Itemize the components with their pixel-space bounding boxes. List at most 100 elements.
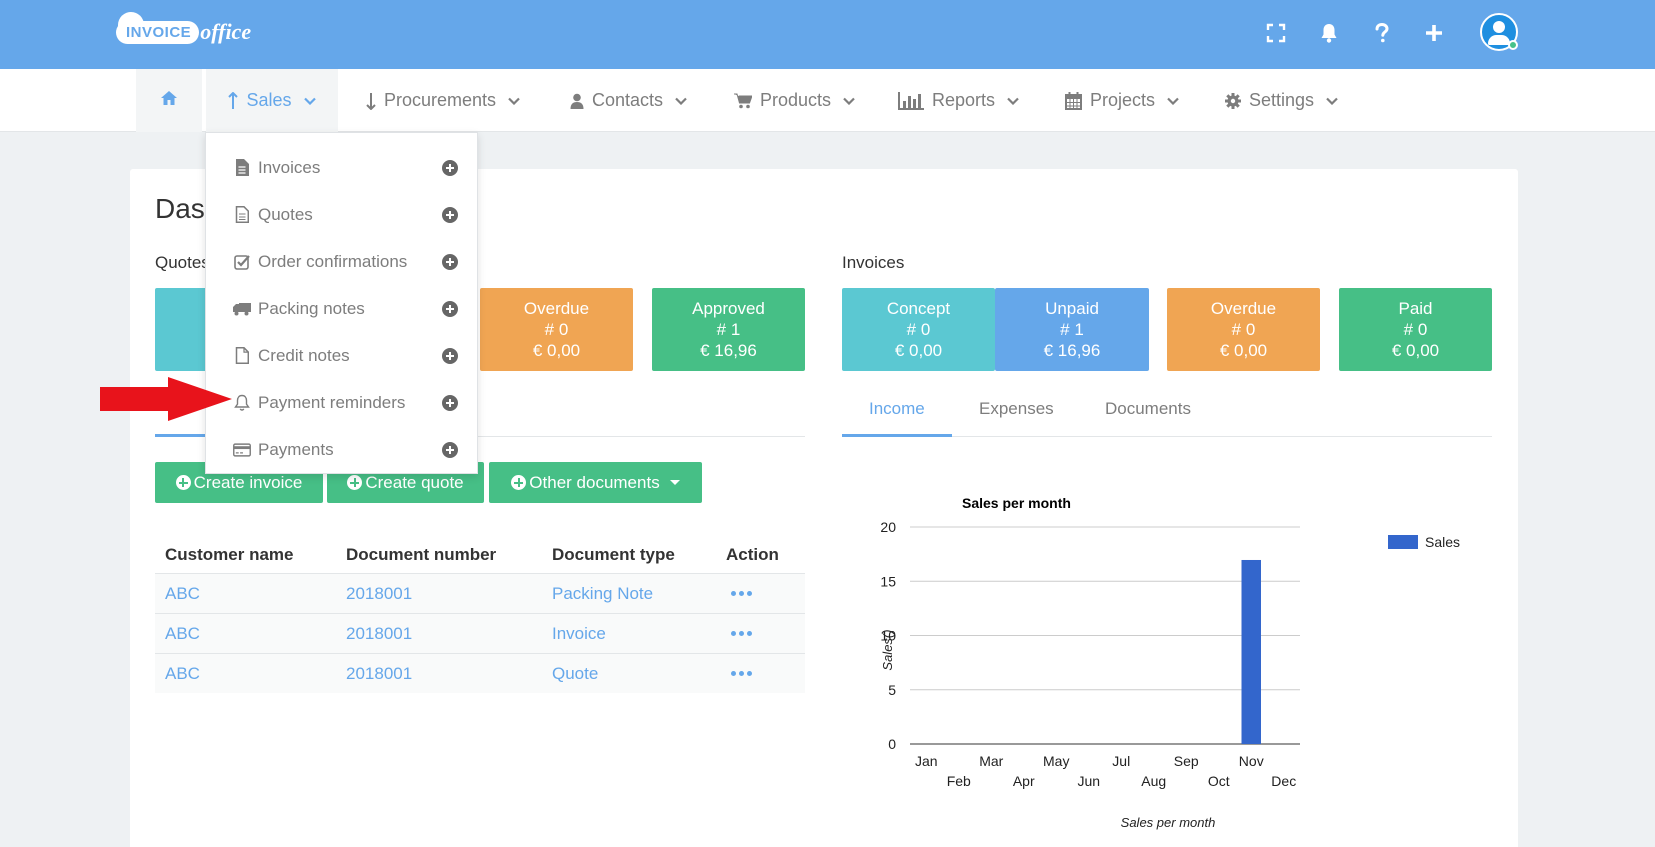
menu-item-payments[interactable]: Payments xyxy=(206,426,477,473)
chevron-down-icon xyxy=(1326,97,1338,105)
quotes-approved-card[interactable]: Approved # 1 € 16,96 xyxy=(652,288,805,371)
stat-title: Paid xyxy=(1398,299,1433,318)
doc-type-link[interactable]: Invoice xyxy=(552,624,606,644)
invoices-overdue-card[interactable]: Overdue # 0 € 0,00 xyxy=(1167,288,1320,371)
chart-x-tick-label: Oct xyxy=(1208,773,1230,789)
legend-label: Sales xyxy=(1425,534,1460,550)
bell-icon[interactable] xyxy=(1309,13,1349,53)
chart-x-tick-label: Sep xyxy=(1174,753,1199,769)
create-quote-label: Create quote xyxy=(365,472,464,492)
chart-x-tick-label: Feb xyxy=(947,773,971,789)
quotes-section-title: Quotes xyxy=(155,253,210,272)
doc-number-link[interactable]: 2018001 xyxy=(346,624,412,644)
chart-title: Sales per month xyxy=(962,495,1071,511)
nav-contacts[interactable]: Contacts xyxy=(570,69,687,132)
col-header-customer: Customer name xyxy=(165,545,294,564)
add-circle-icon[interactable] xyxy=(442,159,458,176)
stat-amount: € 0,00 xyxy=(532,341,581,360)
chart-y-tick-label: 0 xyxy=(888,736,896,752)
row-actions-menu-icon[interactable] xyxy=(731,591,752,596)
customer-link[interactable]: ABC xyxy=(165,624,200,644)
menu-item-label: Payment reminders xyxy=(258,392,406,412)
chart-y-tick-label: 5 xyxy=(888,682,896,698)
menu-item-label: Order confirmations xyxy=(258,251,408,271)
other-documents-label: Other documents xyxy=(529,472,660,492)
app-logo[interactable]: INVOICE office xyxy=(116,11,251,52)
col-header-doc-type: Document type xyxy=(552,545,675,564)
add-circle-icon[interactable] xyxy=(442,441,458,458)
menu-item-label: Packing notes xyxy=(258,298,365,318)
nav-settings[interactable]: Settings xyxy=(1225,69,1338,132)
fullscreen-icon[interactable] xyxy=(1256,13,1296,53)
create-invoice-label: Create invoice xyxy=(193,472,303,492)
doc-number-link[interactable]: 2018001 xyxy=(346,664,412,684)
row-actions-menu-icon[interactable] xyxy=(731,631,752,636)
tab-income[interactable]: Income xyxy=(869,399,925,419)
invoices-paid-card[interactable]: Paid # 0 € 0,00 xyxy=(1339,288,1492,371)
customer-link[interactable]: ABC xyxy=(165,664,200,684)
nav-sales[interactable]: Sales xyxy=(206,69,338,132)
chart-x-tick-label: Aug xyxy=(1141,773,1166,789)
tab-expenses[interactable]: Expenses xyxy=(979,399,1054,419)
stat-count: # 0 xyxy=(544,320,569,339)
logo-main-text: INVOICE xyxy=(116,11,200,44)
doc-type-link[interactable]: Packing Note xyxy=(552,584,653,604)
plus-circle-icon xyxy=(511,475,527,490)
nav-projects[interactable]: Projects xyxy=(1065,69,1179,132)
doc-type-link[interactable]: Quote xyxy=(552,664,598,684)
file-blank-icon xyxy=(233,347,251,365)
legend-swatch xyxy=(1388,535,1418,549)
help-icon[interactable] xyxy=(1362,13,1402,53)
chart-x-tick-label: May xyxy=(1043,753,1069,769)
file-text-icon xyxy=(233,159,251,177)
plus-circle-icon xyxy=(175,475,191,490)
user-avatar-icon[interactable] xyxy=(1480,13,1518,51)
row-actions-menu-icon[interactable] xyxy=(731,671,752,676)
add-circle-icon[interactable] xyxy=(442,300,458,317)
nav-procurements[interactable]: Procurements xyxy=(366,69,520,132)
chart-x-tick-label: Jul xyxy=(1112,753,1130,769)
chart-x-tick-label: Mar xyxy=(979,753,1003,769)
chart-x-tick-label: Dec xyxy=(1271,773,1296,789)
menu-item-packing-notes[interactable]: Packing notes xyxy=(206,285,477,332)
menu-item-label: Invoices xyxy=(258,157,321,177)
menu-item-order-confirmations[interactable]: Order confirmations xyxy=(206,238,477,285)
menu-item-quotes[interactable]: Quotes xyxy=(206,191,477,238)
stat-title: Unpaid xyxy=(1045,299,1099,318)
chevron-down-icon xyxy=(675,97,687,105)
menu-item-payment-reminders[interactable]: Payment reminders xyxy=(206,379,477,426)
quotes-overdue-card[interactable]: Overdue # 0 € 0,00 xyxy=(480,288,633,371)
stat-count: # 0 xyxy=(906,320,931,339)
add-circle-icon[interactable] xyxy=(442,206,458,223)
nav-products[interactable]: Products xyxy=(734,69,855,132)
tab-documents[interactable]: Documents xyxy=(1105,399,1191,419)
add-circle-icon[interactable] xyxy=(442,347,458,364)
caret-down-icon xyxy=(669,480,680,485)
add-circle-icon[interactable] xyxy=(442,253,458,270)
add-circle-icon[interactable] xyxy=(442,394,458,411)
nav-home[interactable] xyxy=(136,69,202,132)
menu-item-invoices[interactable]: Invoices xyxy=(206,144,477,191)
nav-reports[interactable]: Reports xyxy=(898,69,1019,132)
other-documents-button[interactable]: Other documents xyxy=(489,462,702,503)
doc-number-link[interactable]: 2018001 xyxy=(346,584,412,604)
stat-title: Concept xyxy=(886,299,951,318)
nav-contacts-label: Contacts xyxy=(592,90,664,110)
chart-x-tick-label: Jan xyxy=(915,753,938,769)
left-tab-active-indicator xyxy=(155,434,211,437)
plus-icon[interactable] xyxy=(1414,13,1454,53)
menu-item-credit-notes[interactable]: Credit notes xyxy=(206,332,477,379)
invoices-concept-card[interactable]: Concept # 0 € 0,00 xyxy=(842,288,995,371)
chart-bar xyxy=(1241,559,1261,744)
stat-title: Overdue xyxy=(1210,299,1277,318)
invoices-unpaid-card[interactable]: Unpaid # 1 € 16,96 xyxy=(995,288,1149,371)
nav-sales-label: Sales xyxy=(246,90,292,110)
customer-link[interactable]: ABC xyxy=(165,584,200,604)
bar-chart-icon xyxy=(898,91,924,110)
stat-amount: € 16,96 xyxy=(700,341,757,360)
sales-dropdown-menu: Invoices Quotes Order confirmations Pack… xyxy=(205,132,478,474)
table-row: ABC 2018001 Quote xyxy=(155,653,805,693)
stat-amount: € 0,00 xyxy=(894,341,943,360)
cart-icon xyxy=(734,93,752,109)
nav-settings-label: Settings xyxy=(1249,90,1315,110)
